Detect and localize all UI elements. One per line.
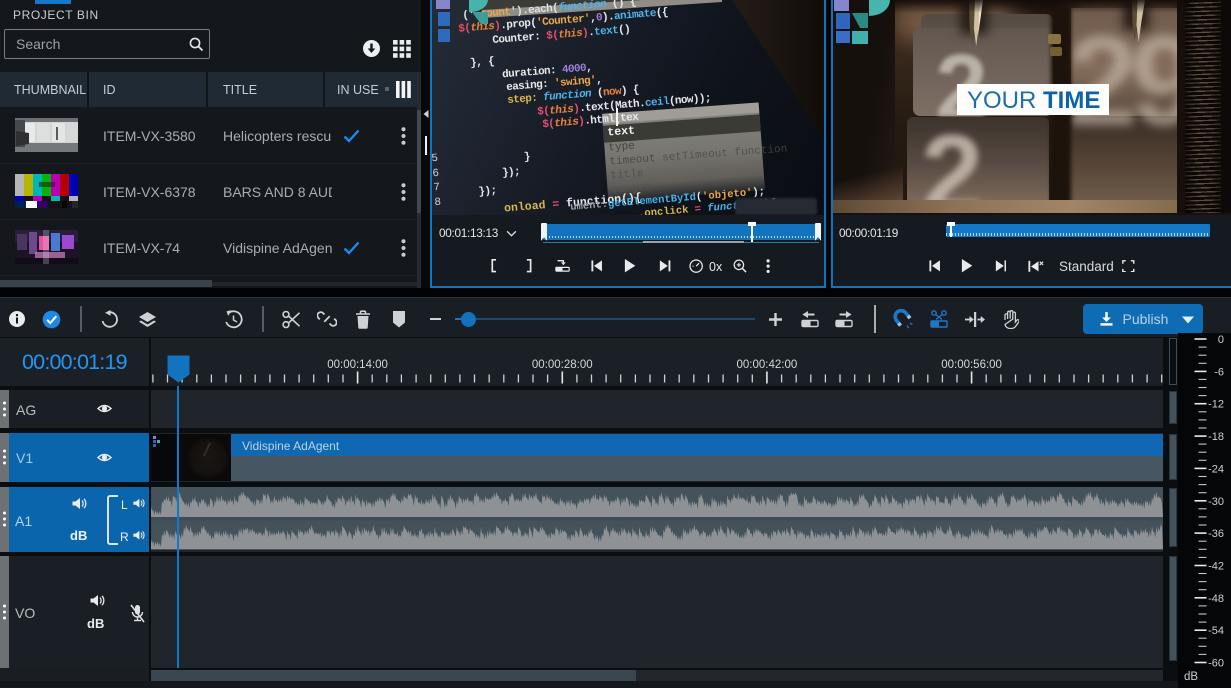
svg-text:00:00:28:00: 00:00:28:00: [532, 359, 593, 371]
svg-text:00:00:42:00: 00:00:42:00: [737, 359, 798, 371]
svg-text:-24: -24: [1208, 463, 1224, 475]
svg-text:00:00:56:00: 00:00:56:00: [941, 359, 1002, 371]
svg-text:-30: -30: [1208, 496, 1224, 508]
svg-text:-42: -42: [1208, 561, 1224, 573]
svg-text:-18: -18: [1208, 431, 1224, 443]
svg-text:-36: -36: [1208, 528, 1224, 540]
svg-text:00:00:14:00: 00:00:14:00: [327, 359, 388, 371]
svg-text:-60: -60: [1208, 658, 1224, 670]
svg-text:0: 0: [1218, 334, 1224, 346]
svg-text:-12: -12: [1208, 399, 1224, 411]
svg-text:-48: -48: [1208, 593, 1224, 605]
svg-text:-6: -6: [1214, 366, 1224, 378]
svg-text:-54: -54: [1208, 625, 1224, 637]
